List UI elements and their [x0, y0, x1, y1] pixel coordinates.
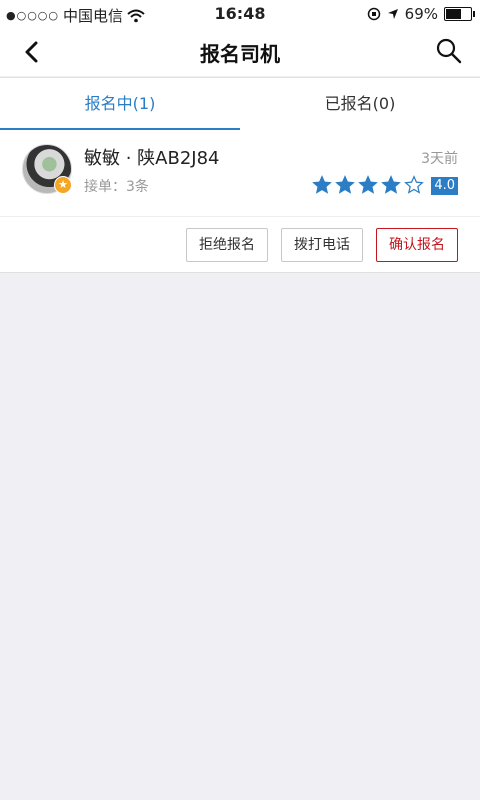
card-divider [0, 216, 480, 217]
star-filled-icon [358, 175, 378, 194]
battery-fill [446, 9, 462, 19]
tab-registered[interactable]: 已报名(0) [240, 78, 480, 130]
confirm-button[interactable]: 确认报名 [376, 228, 458, 262]
status-right: 69% [367, 5, 475, 23]
location-arrow-icon [387, 9, 398, 19]
reject-button[interactable]: 拒绝报名 [186, 228, 268, 262]
navigation-bar: 报名司机 [0, 28, 480, 76]
star-filled-icon [381, 175, 401, 194]
rating-stars [312, 175, 424, 195]
star-filled-icon [335, 175, 355, 194]
rating-badge: 4.0 [431, 177, 458, 195]
star-empty-icon [404, 175, 424, 194]
star-filled-icon [312, 175, 332, 194]
tab-bar: 报名中(1) 已报名(0) [0, 77, 480, 131]
call-button[interactable]: 拨打电话 [281, 228, 363, 262]
page-title: 报名司机 [200, 42, 280, 66]
driver-card[interactable]: ★ 敏敏 · 陕AB2J84 接单：3条 3天前 4.0 拒绝报名 拨打电话 确… [0, 130, 480, 273]
battery-icon [444, 7, 475, 21]
star-badge-icon: ★ [54, 176, 72, 194]
time-ago: 3天前 [421, 151, 458, 167]
search-icon[interactable] [434, 36, 464, 66]
battery-percent: 69% [404, 5, 438, 23]
driver-name: 敏敏 · 陕AB2J84 [84, 148, 220, 169]
orientation-lock-icon [367, 7, 380, 21]
tab-registering[interactable]: 报名中(1) [0, 78, 240, 130]
order-count: 接单：3条 [84, 179, 149, 195]
status-bar: ●○○○○ 中国电信 16:48 69% [0, 0, 480, 28]
